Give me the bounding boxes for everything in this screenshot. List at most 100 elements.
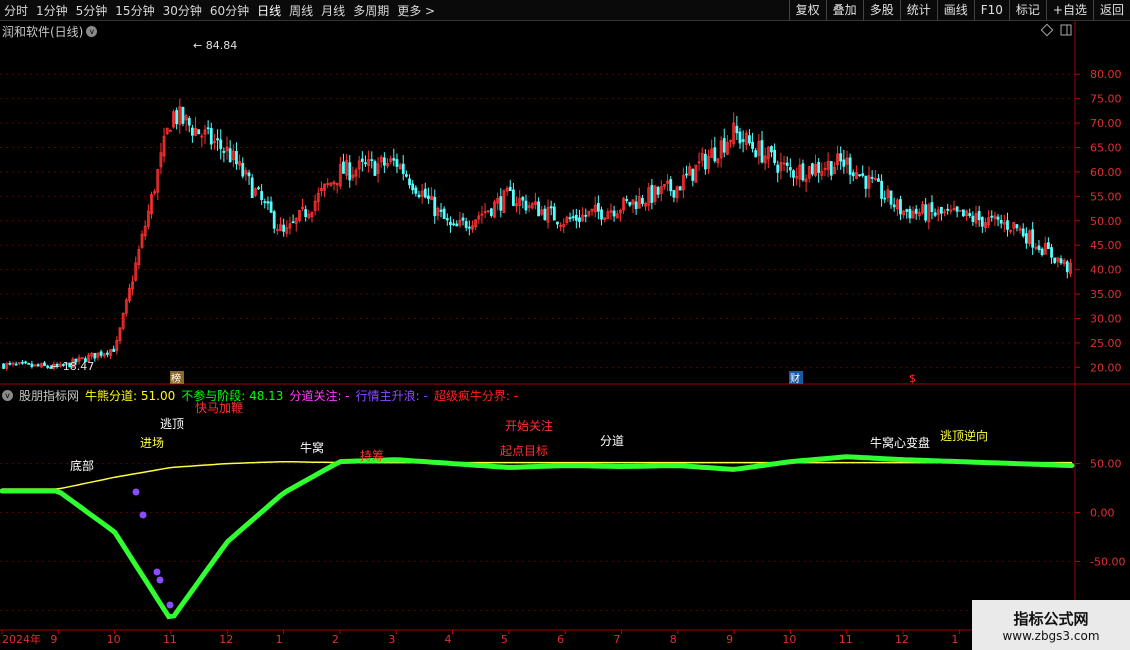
tab-timeframe-3[interactable]: 15分钟 [111, 2, 158, 19]
candle-body [1031, 229, 1035, 248]
tab-timeframe-4[interactable]: 30分钟 [159, 2, 206, 19]
candle-body [971, 215, 975, 222]
candle-body [36, 364, 40, 367]
x-tick-label: 2024年 [2, 632, 41, 646]
x-tick-label: 12 [219, 633, 233, 646]
tab-timeframe-5[interactable]: 60分钟 [206, 2, 253, 19]
candle-body [703, 153, 707, 170]
candle-body [628, 201, 632, 206]
candle-body [49, 367, 53, 369]
candle-body [442, 208, 446, 220]
candle-body [326, 183, 330, 185]
candle-body [571, 216, 575, 219]
candle-body [61, 364, 65, 366]
tab-timeframe-1[interactable]: 1分钟 [32, 2, 72, 19]
toolbar-button-5[interactable]: F10 [973, 0, 1009, 20]
toolbar-button-8[interactable]: 返回 [1092, 0, 1130, 20]
toolbar-button-3[interactable]: 统计 [899, 0, 937, 20]
candle-body [748, 135, 751, 144]
candle-body [423, 188, 427, 198]
tab-timeframe-2[interactable]: 5分钟 [72, 2, 112, 19]
x-tick-label: 1 [276, 633, 283, 646]
period-toolbar: 分时 1分钟 5分钟 15分钟 30分钟 60分钟 日线 周线 月线 多周期 更多 > 复权 叠加 多股… [0, 0, 1130, 21]
dollar-badge: $ [909, 372, 916, 385]
tab-timeframe-0[interactable]: 分时 [0, 2, 32, 19]
candle-body [471, 225, 474, 230]
action-buttons: 复权 叠加 多股 统计 画线 F10 标记 +自选 返回 [788, 0, 1130, 20]
candle-body [241, 163, 245, 177]
series-line-non-participation [0, 454, 1075, 620]
tab-timeframe-7[interactable]: 周线 [285, 2, 317, 19]
candle-body [999, 220, 1003, 224]
candle-body [21, 361, 24, 364]
candle-body [46, 365, 50, 368]
candle-body [200, 135, 204, 138]
candle-body [987, 217, 991, 226]
candle-body [354, 169, 358, 177]
candle-body [263, 201, 267, 203]
candle-body [877, 178, 880, 182]
indicator-name: 股朋指标网 [19, 389, 80, 403]
chevron-down-icon[interactable]: v [86, 26, 98, 37]
candle-body [225, 146, 229, 152]
y-tick-label: 25.00 [1090, 337, 1122, 350]
y-tick-label: 45.00 [1090, 239, 1122, 252]
stock-chart[interactable]: 80.0075.0070.0065.0060.0055.0050.0045.00… [0, 0, 1130, 650]
candle-body [958, 209, 962, 212]
diamond-icon[interactable] [1040, 23, 1054, 37]
candle-body [873, 177, 877, 180]
toolbar-button-0[interactable]: 复权 [788, 0, 826, 20]
finance-badge-label: 财 [790, 372, 800, 385]
candle-body [291, 221, 295, 224]
toolbar-button-1[interactable]: 叠加 [825, 0, 863, 20]
candle-body [741, 139, 745, 142]
candle-body [430, 195, 433, 201]
panel-toggle-icon[interactable] [1060, 24, 1072, 36]
candle-body [889, 190, 893, 205]
candle-body [568, 217, 572, 220]
candle-body [172, 111, 175, 128]
candle-body [1021, 228, 1025, 237]
chart-title: 润和软件(日线) v [2, 23, 98, 40]
candle-body [222, 150, 226, 153]
candle-body [933, 212, 937, 216]
candle-body [1009, 230, 1013, 232]
candle-body [996, 216, 1000, 220]
candle-body [524, 200, 528, 211]
tab-timeframe-6[interactable]: 日线 [253, 2, 285, 19]
toolbar-button-4[interactable]: 画线 [936, 0, 974, 20]
candle-body [798, 164, 802, 180]
y-tick-label: 70.00 [1090, 117, 1122, 130]
indicator-annotation-2: 开始关注 [505, 418, 553, 433]
toolbar-button-6[interactable]: 标记 [1008, 0, 1046, 20]
candle-body [389, 158, 393, 163]
candle-body [1040, 248, 1044, 256]
candle-body [395, 159, 399, 167]
candle-body [1034, 246, 1038, 249]
tab-timeframe-8[interactable]: 月线 [317, 2, 349, 19]
candle-body [899, 199, 902, 215]
tab-timeframe-9[interactable]: 多周期 [349, 2, 393, 19]
candle-body [637, 196, 641, 209]
tab-timeframe-10[interactable]: 更多 > [393, 2, 439, 19]
candle-body [150, 193, 153, 215]
candle-body [168, 129, 172, 132]
candle-body [382, 157, 386, 166]
candle-body [8, 362, 12, 365]
candle-body [408, 178, 411, 186]
candle-body [11, 362, 15, 365]
toolbar-button-2[interactable]: 多股 [862, 0, 900, 20]
candle-body [795, 176, 799, 179]
candle-body [39, 363, 43, 368]
candle-body [203, 129, 207, 135]
candle-body [779, 162, 783, 171]
chevron-down-icon[interactable]: v [2, 390, 13, 401]
candle-body [65, 362, 68, 366]
candle-body [213, 140, 216, 143]
candle-body [420, 190, 424, 197]
toolbar-button-7[interactable]: +自选 [1045, 0, 1093, 20]
candle-body [549, 206, 553, 209]
candle-body [1069, 262, 1072, 274]
candle-body [574, 214, 578, 221]
low-price-label: ← 18.47 [50, 360, 94, 373]
